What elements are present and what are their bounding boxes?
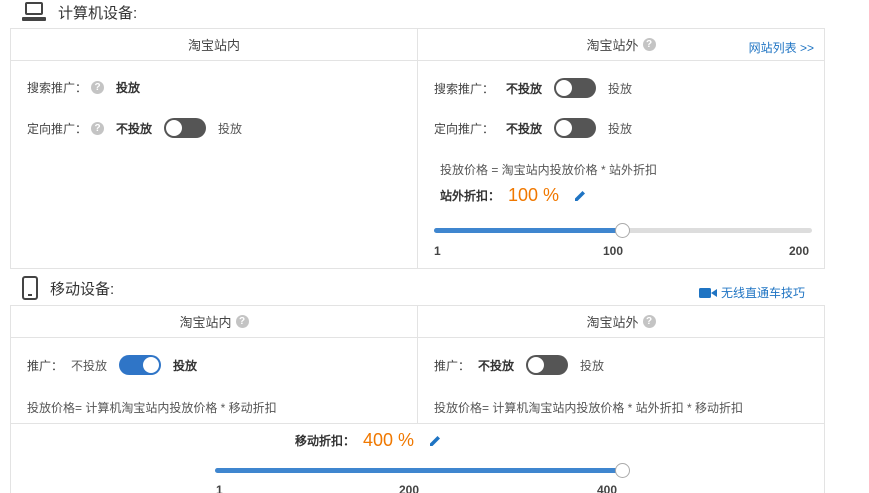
on-label: 投放 xyxy=(173,358,198,373)
pc-inside-target-toggle[interactable] xyxy=(164,118,207,138)
off-label: 不投放 xyxy=(506,121,543,136)
off-label: 不投放 xyxy=(478,358,515,373)
phone-icon xyxy=(22,276,38,300)
mobile-section-header: 移动设备: xyxy=(22,276,114,300)
target-promo-label: 定向推广： xyxy=(434,121,495,136)
mobile-discount-slider[interactable] xyxy=(215,463,630,478)
mobile-settings-panel: 淘宝站内 ? 推广： 不投放 投放 投放价格= 计算机淘宝站内投放价格 * 移动… xyxy=(10,305,825,493)
search-promo-label: 搜索推广： xyxy=(434,81,495,96)
on-label: 投放 xyxy=(608,81,633,96)
pc-outside-formula: 投放价格 = 淘宝站内投放价格 * 站外折扣 xyxy=(440,161,657,178)
mobile-discount-area: 移动折扣： 400 % 1 200 400 xyxy=(11,423,824,493)
mobile-tips-label: 无线直通车技巧 xyxy=(721,286,806,300)
mobile-outside-promo-row: 推广： 不投放 投放 xyxy=(434,355,604,375)
slider-max-label: 200 xyxy=(789,244,810,258)
pc-section-header: 计算机设备: xyxy=(22,0,137,24)
help-icon[interactable]: ? xyxy=(91,81,105,94)
laptop-icon xyxy=(22,2,46,22)
outside-discount-label: 站外折扣： xyxy=(440,189,501,203)
mobile-inside-column: 淘宝站内 ? 推广： 不投放 投放 投放价格= 计算机淘宝站内投放价格 * 移动… xyxy=(11,306,418,423)
price-formula-text: 投放价格= 计算机淘宝站内投放价格 * 站外折扣 * 移动折扣 xyxy=(434,401,744,415)
on-label: 投放 xyxy=(608,121,633,136)
slider-mid-label: 100 xyxy=(603,244,624,258)
slider-fill xyxy=(215,468,622,473)
pc-outside-target-toggle[interactable] xyxy=(554,118,597,138)
mobile-inside-header-label: 淘宝站内 xyxy=(179,315,232,330)
slider-max-label: 400 xyxy=(597,483,618,493)
pc-outside-search-toggle[interactable] xyxy=(554,78,597,98)
promo-label: 推广： xyxy=(27,358,64,373)
site-list-link[interactable]: 网站列表 >> xyxy=(749,39,814,56)
target-promo-label: 定向推广： xyxy=(27,121,88,136)
pc-inside-column: 淘宝站内 搜索推广： ? 投放 定向推广： ? 不投放 投放 xyxy=(11,29,418,268)
slider-min-label: 1 xyxy=(434,244,441,258)
slider-mid-label: 200 xyxy=(399,483,420,493)
search-promo-value: 投放 xyxy=(116,81,141,95)
help-icon[interactable]: ? xyxy=(91,121,105,135)
promo-label: 推广： xyxy=(434,358,471,373)
mobile-inside-formula: 投放价格= 计算机淘宝站内投放价格 * 移动折扣 xyxy=(27,399,277,416)
mobile-tips-link[interactable]: 无线直通车技巧 xyxy=(699,284,805,301)
mobile-discount-label: 移动折扣： xyxy=(295,434,356,448)
video-camera-icon xyxy=(699,287,717,298)
price-formula-text: 投放价格 = 淘宝站内投放价格 * 站外折扣 xyxy=(440,163,658,177)
search-promo-label: 搜索推广： xyxy=(27,81,88,95)
off-label: 不投放 xyxy=(71,358,108,373)
help-icon[interactable]: ? xyxy=(642,315,656,328)
mobile-outside-formula: 投放价格= 计算机淘宝站内投放价格 * 站外折扣 * 移动折扣 xyxy=(434,399,743,416)
outside-discount-value: 100 % xyxy=(508,185,560,205)
off-label: 不投放 xyxy=(116,121,153,136)
mobile-discount-value: 400 % xyxy=(363,430,415,450)
pencil-icon[interactable] xyxy=(428,434,442,448)
mobile-outside-header: 淘宝站外 ? xyxy=(418,306,824,338)
pc-outside-column: 淘宝站外 ? 网站列表 >> 搜索推广： 不投放 投放 定向推广： 不投放 投放… xyxy=(418,29,824,268)
slider-fill xyxy=(434,228,623,233)
pc-inside-search-row: 搜索推广： ? 投放 xyxy=(27,79,140,96)
pencil-icon[interactable] xyxy=(573,189,587,203)
on-label: 投放 xyxy=(580,358,605,373)
mobile-outside-header-label: 淘宝站外 xyxy=(586,315,639,330)
pc-outside-discount-row: 站外折扣： 100 % xyxy=(440,185,587,206)
mobile-discount-row: 移动折扣： 400 % xyxy=(295,430,442,451)
help-icon[interactable]: ? xyxy=(642,38,656,51)
mobile-outside-toggle[interactable] xyxy=(526,355,569,375)
pc-inside-header: 淘宝站内 xyxy=(11,29,417,61)
off-label: 不投放 xyxy=(506,81,543,96)
mobile-outside-column: 淘宝站外 ? 推广： 不投放 投放 投放价格= 计算机淘宝站内投放价格 * 站外… xyxy=(418,306,824,423)
pc-inside-header-label: 淘宝站内 xyxy=(187,38,240,53)
pc-inside-target-row: 定向推广： ? 不投放 投放 xyxy=(27,118,242,138)
mobile-inside-header: 淘宝站内 ? xyxy=(11,306,417,338)
pc-outside-target-row: 定向推广： 不投放 投放 xyxy=(434,118,632,138)
slider-handle[interactable] xyxy=(615,223,631,238)
pc-settings-panel: 淘宝站内 搜索推广： ? 投放 定向推广： ? 不投放 投放 淘宝站外 ? 网站… xyxy=(10,28,825,269)
slider-handle[interactable] xyxy=(615,463,630,478)
pc-outside-discount-slider[interactable] xyxy=(434,223,812,238)
mobile-inside-toggle[interactable] xyxy=(119,355,162,375)
on-label: 投放 xyxy=(218,121,243,136)
mobile-section-title: 移动设备: xyxy=(50,280,115,298)
price-formula-text: 投放价格= 计算机淘宝站内投放价格 * 移动折扣 xyxy=(27,401,277,415)
pc-outside-search-row: 搜索推广： 不投放 投放 xyxy=(434,78,632,98)
help-icon[interactable]: ? xyxy=(235,315,249,328)
mobile-inside-promo-row: 推广： 不投放 投放 xyxy=(27,355,197,375)
slider-min-label: 1 xyxy=(216,483,223,493)
pc-section-title: 计算机设备: xyxy=(58,4,138,22)
pc-outside-header-label: 淘宝站外 xyxy=(586,38,639,53)
pc-outside-header: 淘宝站外 ? 网站列表 >> xyxy=(418,29,824,61)
